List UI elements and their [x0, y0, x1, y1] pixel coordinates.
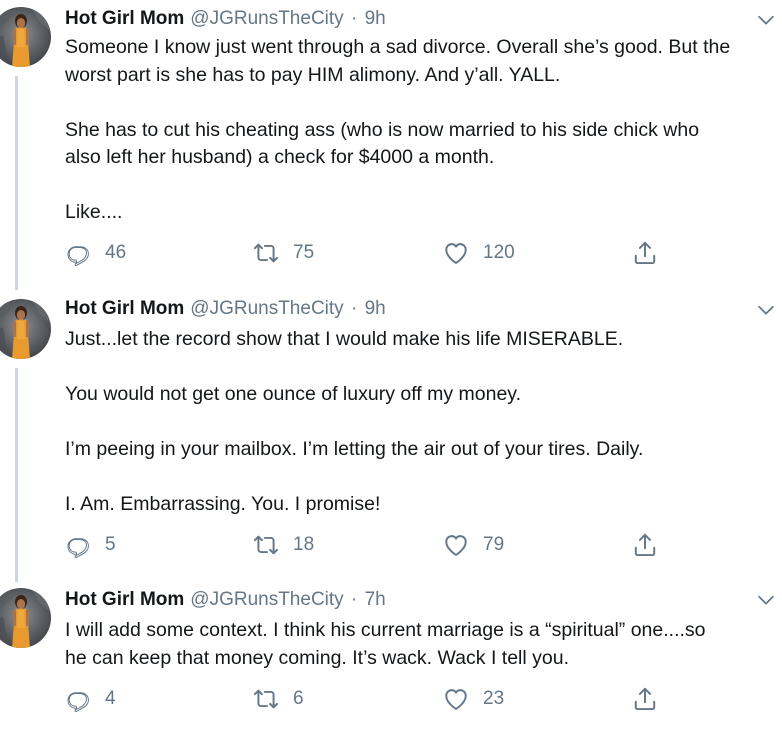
display-name[interactable]: Hot Girl Mom — [65, 589, 184, 610]
text-line: Someone I know just went through a sad d… — [65, 36, 731, 58]
chevron-down-icon[interactable] — [755, 589, 777, 611]
text-line: I will add some context. I think his cur… — [65, 619, 706, 641]
tweet-paragraph: I. Am. Embarrassing. You. I promise! — [65, 491, 777, 519]
tweet-paragraph: Like.... — [65, 199, 777, 227]
reply-icon — [65, 532, 91, 558]
reply-count: 5 — [105, 534, 116, 555]
user-handle[interactable]: @JGRunsTheCity — [190, 298, 343, 319]
text-line: I’m peeing in your mailbox. I’m letting … — [65, 438, 644, 460]
reply-button[interactable]: 5 — [65, 532, 116, 558]
heart-icon — [443, 240, 469, 266]
tweet-header: Hot Girl Mom @JGRunsTheCity · 9h — [65, 6, 386, 32]
tweet-actions: 5 18 79 — [65, 532, 665, 558]
reply-icon — [65, 686, 91, 712]
separator-dot: · — [350, 8, 358, 29]
tweet-paragraph: Someone I know just went through a sad d… — [65, 34, 777, 89]
text-line: She has to cut his cheating ass (who is … — [65, 118, 700, 141]
like-count: 120 — [483, 242, 515, 263]
reply-icon — [65, 240, 91, 266]
avatar[interactable] — [0, 299, 51, 359]
retweet-icon — [253, 686, 279, 712]
user-handle[interactable]: @JGRunsTheCity — [190, 589, 343, 610]
avatar[interactable] — [0, 588, 51, 648]
user-handle[interactable]: @JGRunsTheCity — [190, 8, 343, 29]
avatar[interactable] — [0, 7, 51, 67]
like-button[interactable]: 23 — [443, 686, 504, 712]
tweet-actions: 46 75 120 — [65, 240, 665, 266]
share-button[interactable] — [632, 532, 658, 558]
timestamp[interactable]: 9h — [365, 8, 386, 29]
chevron-down-icon[interactable] — [755, 299, 777, 321]
chevron-down-icon[interactable] — [755, 9, 777, 31]
tweet-actions: 4 6 23 — [65, 686, 665, 712]
text-line: worst part is she has to pay HIM alimony… — [65, 63, 561, 86]
tweet-header: Hot Girl Mom @JGRunsTheCity · 7h — [65, 587, 386, 613]
tweet[interactable]: Hot Girl Mom @JGRunsTheCity · 9h Someone … — [0, 0, 782, 292]
text-line: Just...let the record show that I would … — [65, 328, 624, 350]
tweet-text: Just...let the record show that I would … — [65, 326, 777, 519]
share-button[interactable] — [632, 240, 658, 266]
text-line: he can keep that money coming. It’s wack… — [65, 646, 569, 669]
retweet-button[interactable]: 75 — [253, 240, 314, 266]
retweet-button[interactable]: 18 — [253, 532, 314, 558]
text-line: I. Am. Embarrassing. You. I promise! — [65, 493, 381, 515]
share-button[interactable] — [632, 686, 658, 712]
tweet-text: Someone I know just went through a sad d… — [65, 34, 777, 227]
separator-dot: · — [350, 589, 358, 610]
retweet-count: 75 — [293, 242, 315, 263]
tweet-paragraph: Just...let the record show that I would … — [65, 326, 777, 354]
like-button[interactable]: 79 — [443, 532, 504, 558]
reply-count: 4 — [105, 688, 116, 709]
timestamp[interactable]: 7h — [365, 589, 386, 610]
like-count: 79 — [483, 534, 505, 555]
tweet-paragraph: I’m peeing in your mailbox. I’m letting … — [65, 436, 777, 464]
tweet-text: I will add some context. I think his cur… — [65, 617, 777, 672]
timestamp[interactable]: 9h — [365, 298, 386, 319]
tweet[interactable]: Hot Girl Mom @JGRunsTheCity · 9h Just...l… — [0, 292, 782, 584]
like-button[interactable]: 120 — [443, 240, 515, 266]
heart-icon — [443, 532, 469, 558]
text-line: You would not get one ounce of luxury of… — [65, 383, 522, 405]
retweet-count: 6 — [293, 688, 304, 709]
display-name[interactable]: Hot Girl Mom — [65, 298, 184, 319]
reply-button[interactable]: 4 — [65, 686, 116, 712]
share-icon — [632, 686, 658, 712]
tweet-paragraph: She has to cut his cheating ass (who is … — [65, 117, 777, 172]
reply-count: 46 — [105, 242, 127, 263]
like-count: 23 — [483, 688, 505, 709]
retweet-count: 18 — [293, 534, 315, 555]
reply-button[interactable]: 46 — [65, 240, 126, 266]
separator-dot: · — [350, 298, 358, 319]
display-name[interactable]: Hot Girl Mom — [65, 8, 184, 29]
tweet-paragraph: You would not get one ounce of luxury of… — [65, 381, 777, 409]
text-line: Like.... — [65, 201, 123, 223]
text-line: also left her husband) a check for $4000… — [65, 146, 495, 168]
retweet-button[interactable]: 6 — [253, 686, 304, 712]
retweet-icon — [253, 532, 279, 558]
heart-icon — [443, 686, 469, 712]
share-icon — [632, 240, 658, 266]
tweet-header: Hot Girl Mom @JGRunsTheCity · 9h — [65, 296, 386, 322]
retweet-icon — [253, 240, 279, 266]
tweet-paragraph: I will add some context. I think his cur… — [65, 617, 777, 672]
share-icon — [632, 532, 658, 558]
tweet[interactable]: Hot Girl Mom @JGRunsTheCity · 7h I will a… — [0, 584, 782, 733]
